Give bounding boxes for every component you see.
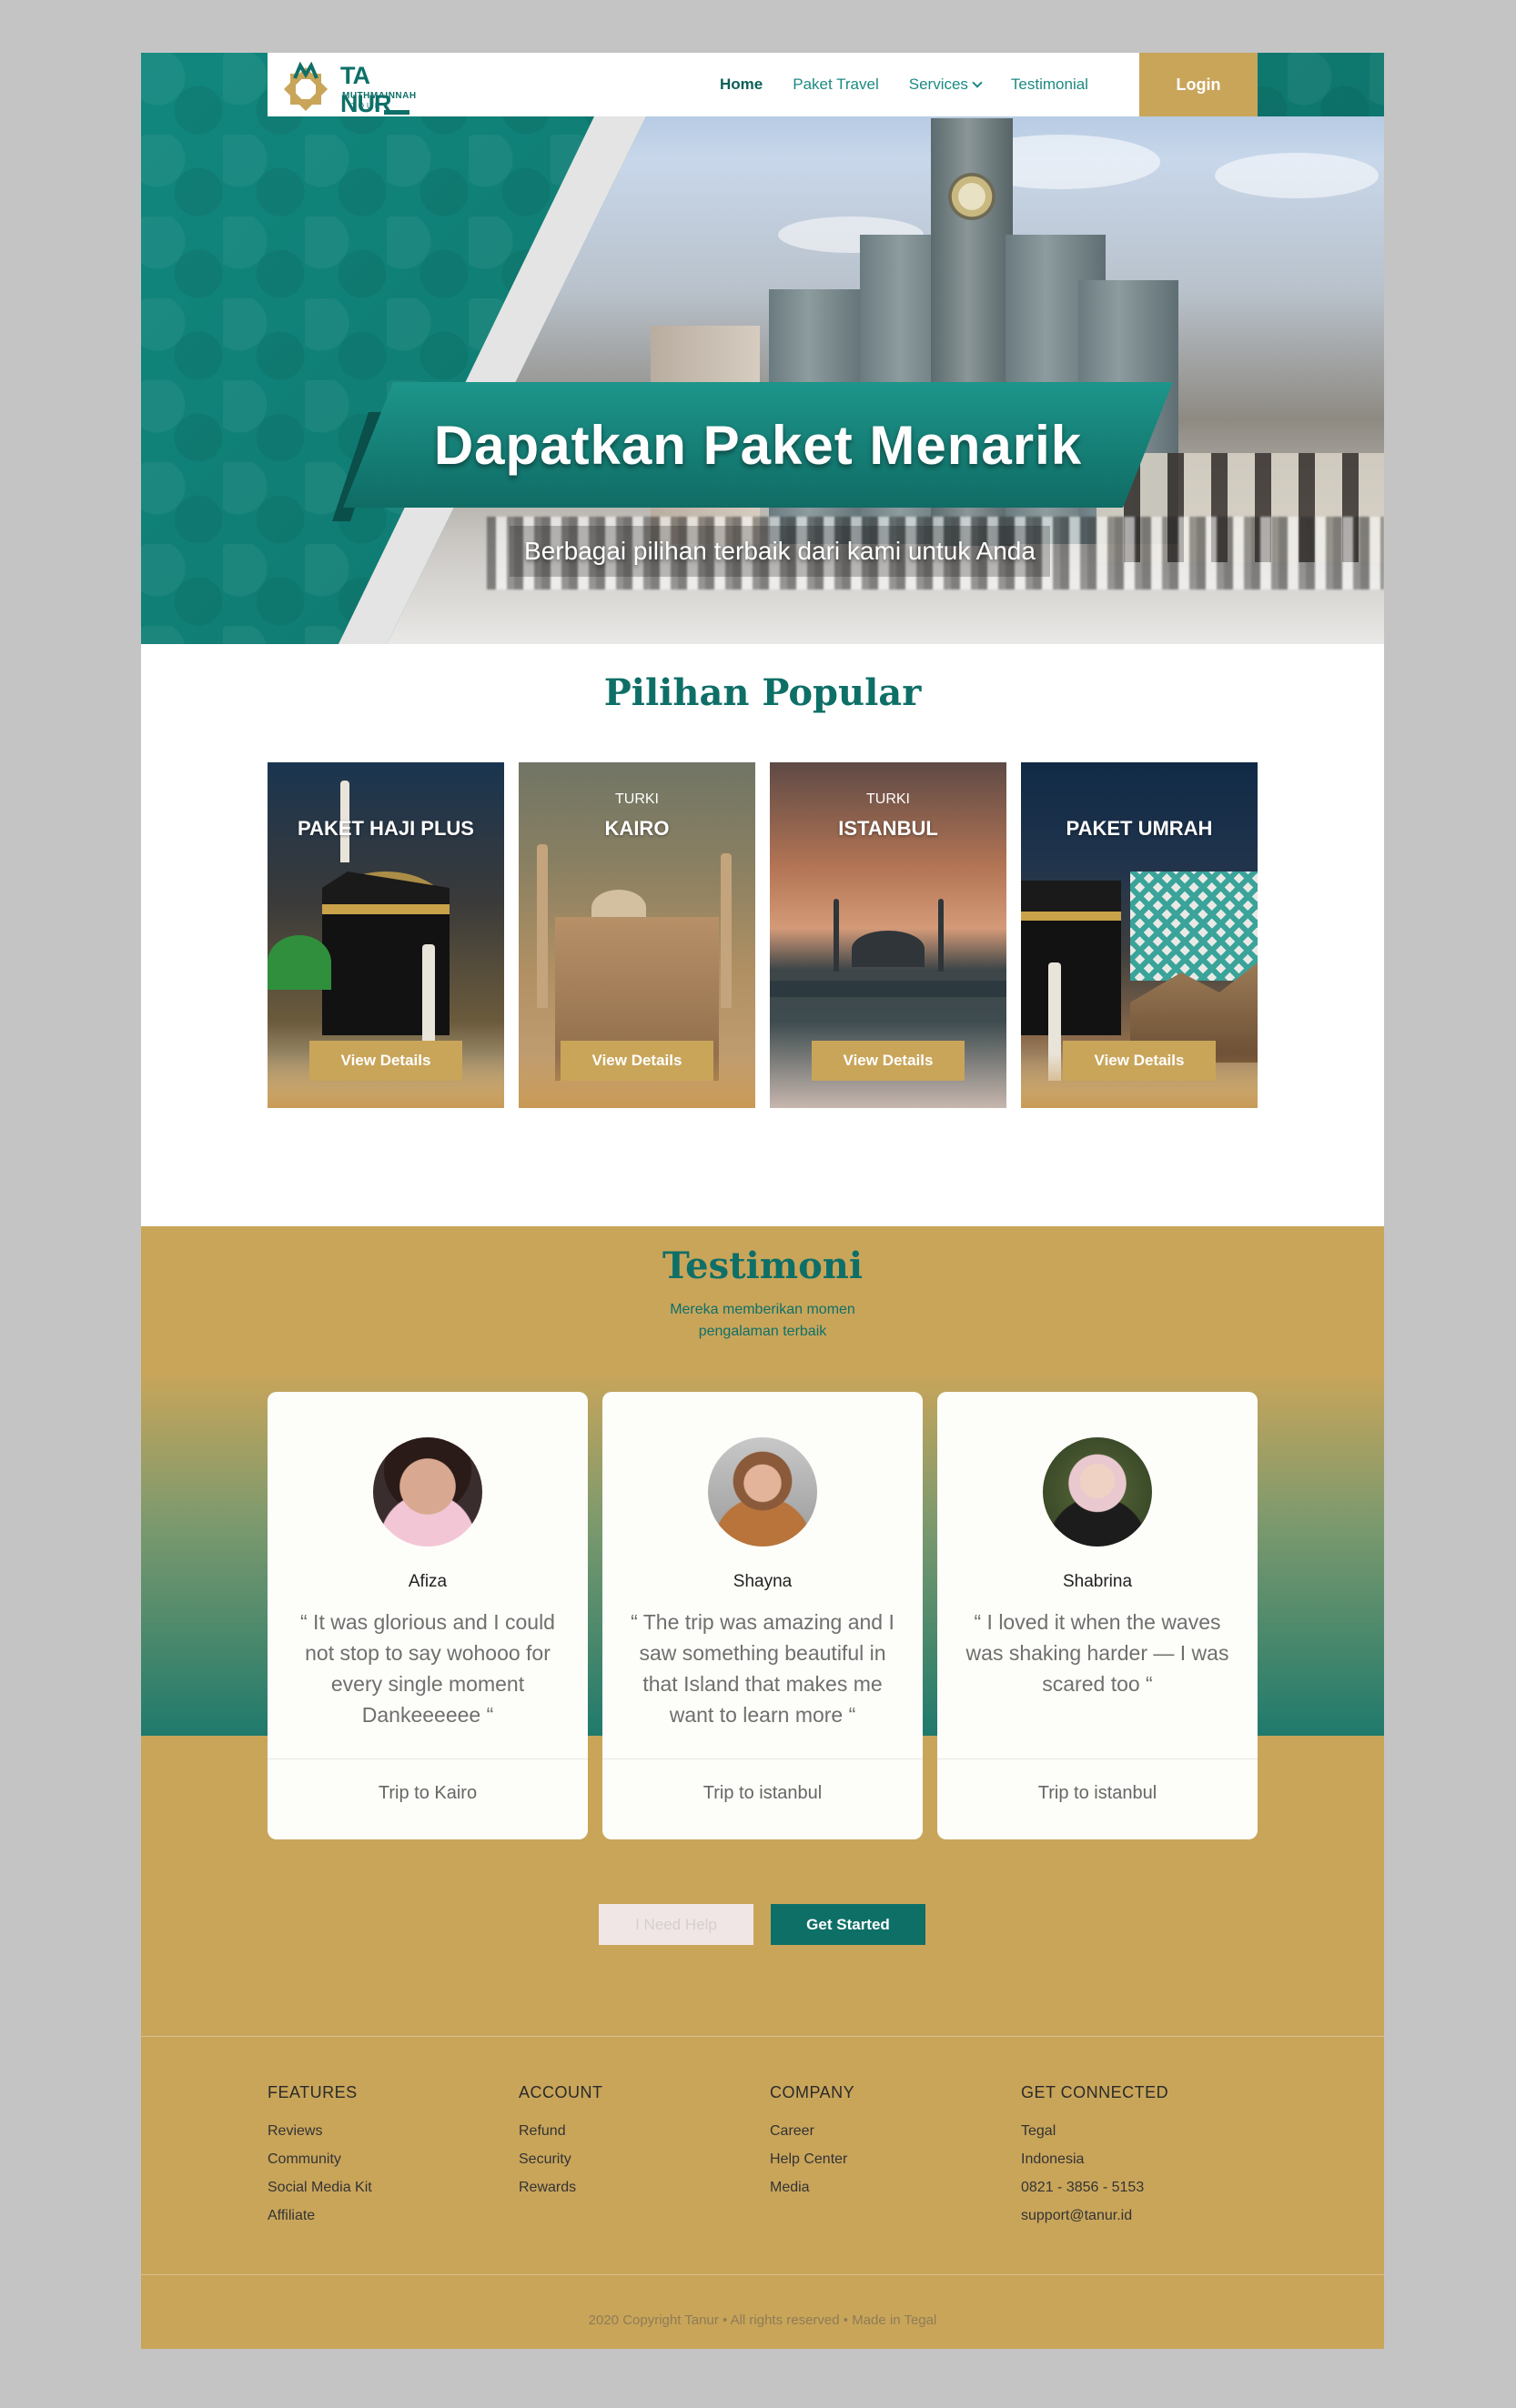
hero-title: Dapatkan Paket Menarik: [433, 414, 1083, 476]
testimoni-subtitle-line2: pengalaman terbaik: [698, 1324, 827, 1339]
get-started-button[interactable]: Get Started: [771, 1904, 925, 1945]
logo-accent-bar: [384, 110, 409, 115]
view-details-button[interactable]: View Details: [1063, 1041, 1216, 1081]
package-card-kairo[interactable]: TURKI KAIRO View Details: [519, 762, 755, 1108]
card-divider: [937, 1758, 1258, 1759]
footer-heading: COMPANY: [770, 2083, 855, 2101]
hero-subtitle: Berbagai pilihan terbaik dari kami untuk…: [510, 526, 1050, 577]
card-category: TURKI: [866, 791, 910, 807]
view-details-button[interactable]: View Details: [309, 1041, 462, 1081]
testimoni-title: Testimoni: [662, 1244, 864, 1287]
footer-column-features: FEATURES Reviews Community Social Media …: [268, 2083, 504, 2230]
testimonial-card: Afiza “ It was glorious and I could not …: [268, 1392, 588, 1839]
footer-heading: ACCOUNT: [519, 2083, 603, 2101]
need-help-button[interactable]: I Need Help: [599, 1904, 753, 1945]
footer-divider: [141, 2036, 1384, 2037]
review-quote: “ It was glorious and I could not stop t…: [300, 1610, 555, 1727]
contact-city: Tegal: [1021, 2123, 1056, 2139]
avatar: [373, 1437, 482, 1547]
nav-testimonial[interactable]: Testimonial: [1011, 76, 1088, 94]
testimoni-subtitle: Mereka memberikan momen pengalaman terba…: [649, 1299, 876, 1343]
footer-link[interactable]: Help Center: [770, 2145, 1006, 2173]
footer-divider: [141, 2274, 1384, 2275]
trip-label: Trip to istanbul: [1037, 1783, 1157, 1803]
reviewer-name: Afiza: [408, 1572, 448, 1591]
card-title: PAKET UMRAH: [1066, 817, 1213, 840]
card-divider: [268, 1758, 588, 1759]
view-details-button[interactable]: View Details: [561, 1041, 713, 1081]
card-title: PAKET HAJI PLUS: [298, 817, 474, 840]
brand-logo[interactable]: TA NUR MUTHMAINNAH TOUR: [275, 58, 416, 117]
contact-phone[interactable]: 0821 - 3856 - 5153: [1021, 2173, 1258, 2201]
review-quote: “ I loved it when the waves was shaking …: [965, 1610, 1229, 1696]
view-details-button[interactable]: View Details: [812, 1041, 965, 1081]
nav-services-label: Services: [908, 76, 968, 93]
package-card-haji-plus[interactable]: PAKET HAJI PLUS View Details: [268, 762, 504, 1108]
logo-subtitle: MUTHMAINNAH: [342, 91, 417, 101]
nav-links: Home Paket Travel Services Testimonial: [720, 53, 1118, 116]
footer-link[interactable]: Refund: [519, 2117, 755, 2145]
footer-link[interactable]: Rewards: [519, 2173, 755, 2201]
review-quote: “ The trip was amazing and I saw somethi…: [631, 1610, 894, 1727]
nav-services[interactable]: Services: [908, 76, 983, 94]
testimonial-card: Shayna “ The trip was amazing and I saw …: [602, 1392, 923, 1839]
card-title: KAIRO: [604, 817, 670, 840]
footer-link[interactable]: Security: [519, 2145, 755, 2173]
testimoni-subtitle-line1: Mereka memberikan momen: [670, 1302, 855, 1317]
popular-title: Pilihan Popular: [603, 671, 922, 714]
landing-page: TA NUR MUTHMAINNAH TOUR Home Paket Trave…: [141, 53, 1384, 2349]
footer-heading: GET CONNECTED: [1021, 2083, 1169, 2101]
package-card-istanbul[interactable]: TURKI ISTANBUL View Details: [770, 762, 1006, 1108]
trip-label: Trip to istanbul: [702, 1783, 823, 1803]
footer-link[interactable]: Reviews: [268, 2117, 504, 2145]
footer-heading: FEATURES: [268, 2083, 358, 2101]
reviewer-name: Shabrina: [1062, 1572, 1133, 1591]
footer-link[interactable]: Social Media Kit: [268, 2173, 504, 2201]
footer-link[interactable]: Community: [268, 2145, 504, 2173]
reviewer-name: Shayna: [733, 1572, 793, 1591]
star-logo-icon: [283, 62, 328, 112]
footer-link[interactable]: Affiliate: [268, 2201, 504, 2230]
package-card-umrah[interactable]: PAKET UMRAH View Details: [1021, 762, 1258, 1108]
top-navbar: TA NUR MUTHMAINNAH TOUR Home Paket Trave…: [268, 53, 1258, 117]
trip-label: Trip to Kairo: [378, 1783, 478, 1803]
hero-section: TA NUR MUTHMAINNAH TOUR Home Paket Trave…: [141, 53, 1384, 644]
contact-country: Indonesia: [1021, 2151, 1085, 2167]
card-divider: [602, 1758, 923, 1759]
chevron-down-icon: [972, 76, 983, 88]
card-title: ISTANBUL: [838, 817, 938, 840]
footer-link[interactable]: Media: [770, 2173, 1006, 2201]
footer-link[interactable]: Career: [770, 2117, 1006, 2145]
testimonial-card: Shabrina “ I loved it when the waves was…: [937, 1392, 1258, 1839]
card-category: TURKI: [615, 791, 659, 807]
logo-tour: TOUR: [351, 102, 383, 110]
contact-email[interactable]: support@tanur.id: [1021, 2201, 1258, 2230]
avatar: [1043, 1437, 1152, 1547]
footer-column-account: ACCOUNT Refund Security Rewards: [519, 2083, 755, 2201]
footer-column-get-connected: GET CONNECTED Tegal Indonesia 0821 - 385…: [1021, 2083, 1258, 2230]
avatar: [708, 1437, 817, 1547]
copyright-text: 2020 Copyright Tanur • All rights reserv…: [588, 2312, 937, 2328]
nav-paket-travel[interactable]: Paket Travel: [793, 76, 879, 94]
nav-home[interactable]: Home: [720, 76, 763, 94]
login-button[interactable]: Login: [1139, 53, 1258, 116]
footer-column-company: COMPANY Career Help Center Media: [770, 2083, 1006, 2201]
popular-cards: PAKET HAJI PLUS View Details TURKI KAIRO…: [268, 762, 1258, 1108]
